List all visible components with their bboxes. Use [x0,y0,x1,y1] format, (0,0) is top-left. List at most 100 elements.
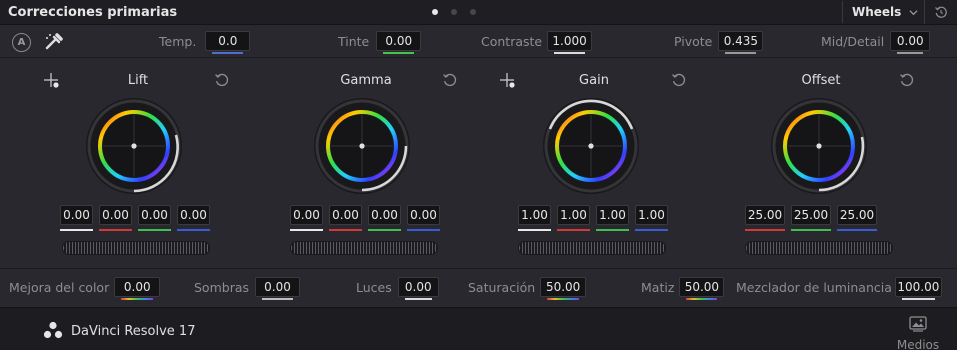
master-wheel-jog[interactable] [62,241,210,255]
param-label: Contraste [481,33,543,49]
param-label: Saturación [468,279,536,295]
wheel-gamma: Gamma 0.00 0.00 0.00 0.00 [252,59,480,267]
auto-picker-button[interactable] [44,32,64,54]
gamma-master-field[interactable]: 0.00 [290,205,323,225]
lift-green-field[interactable]: 0.00 [138,205,171,225]
bottom-parameter-row: Mejora del color 0.00 Sombras 0.00 Luces… [0,268,957,306]
param-shadows: Sombras 0.00 [194,277,301,300]
param-pivot: Pivote 0.435 [674,31,764,54]
media-button[interactable]: Medios [893,316,943,350]
hue-field[interactable]: 50.00 [679,277,725,300]
param-highlights: Luces 0.00 [356,277,439,300]
color-boost-field[interactable]: 0.00 [114,277,161,300]
gain-green-field[interactable]: 1.00 [596,205,629,225]
channel-bar [635,229,668,231]
wheel-offset: Offset 25.00 25.00 25.00 [707,59,935,267]
gamma-blue-field[interactable]: 0.00 [407,205,440,225]
gain-red-field[interactable]: 1.00 [557,205,590,225]
channel-bar [745,229,785,231]
davinci-logo-icon [43,321,63,339]
panel-title: Correcciones primarias [8,5,178,20]
channel-indicators [290,229,440,231]
param-label: Pivote [674,33,713,49]
param-mid-detail: Mid/Detail 0.00 [821,31,931,54]
wheel-values: 1.00 1.00 1.00 1.00 [518,205,668,225]
channel-bar [290,229,323,231]
channel-bar [138,229,171,231]
channel-indicators [745,229,877,231]
channel-bar [60,229,93,231]
offset-blue-field[interactable]: 25.00 [837,205,877,225]
param-label: Luces [356,279,392,295]
channel-indicators [60,229,210,231]
reset-icon[interactable] [214,72,230,88]
top-parameter-row: A Temp. 0.0 Tinte 0.00 Contraste 1.000 P… [0,26,957,58]
reset-icon[interactable] [899,72,915,88]
media-pool-icon [909,316,927,332]
offset-red-field[interactable]: 25.00 [745,205,785,225]
reset-icon[interactable] [442,72,458,88]
saturation-field[interactable]: 50.00 [540,277,587,300]
color-wheel[interactable] [85,97,183,195]
reset-icon [935,6,947,18]
color-wheel[interactable] [770,97,868,195]
lift-blue-field[interactable]: 0.00 [177,205,210,225]
app-footer: DaVinci Resolve 17 Medios [0,307,957,350]
offset-green-field[interactable]: 25.00 [791,205,831,225]
param-hue: Matiz 50.00 [641,277,725,300]
auto-balance-button[interactable]: A [12,33,31,52]
app-name: DaVinci Resolve 17 [71,324,196,339]
contrast-field[interactable]: 1.000 [547,31,593,54]
chevron-down-icon [909,9,918,15]
lift-red-field[interactable]: 0.00 [99,205,132,225]
param-luma-mix: Mezclador de luminancia 100.00 [736,277,942,300]
param-label: Tinte [338,33,370,49]
shadows-field[interactable]: 0.00 [255,277,301,300]
channel-bar [177,229,210,231]
master-wheel-jog[interactable] [518,241,666,255]
param-label: Mezclador de luminancia [736,279,892,295]
gain-blue-field[interactable]: 1.00 [635,205,668,225]
color-wheels-panel: Lift 0.00 0.00 0.00 0.00 Gamma 0.00 0.00… [0,59,957,267]
gain-master-field[interactable]: 1.00 [518,205,551,225]
master-wheel-jog[interactable] [290,241,438,255]
page-dot-3[interactable] [470,9,476,15]
mode-dropdown[interactable]: Wheels [842,1,922,23]
gamma-red-field[interactable]: 0.00 [329,205,362,225]
channel-bar [518,229,551,231]
luma-mix-field[interactable]: 100.00 [894,277,942,300]
wheel-values: 0.00 0.00 0.00 0.00 [60,205,210,225]
channel-bar [837,229,877,231]
wheel-gain: Gain 1.00 1.00 1.00 1.00 [480,59,708,267]
channel-bar [791,229,831,231]
master-wheel-jog[interactable] [745,241,893,255]
param-label: Sombras [194,279,250,295]
param-tint: Tinte 0.00 [338,31,422,54]
param-label: Mejora del color [9,279,110,295]
page-indicator [432,9,476,15]
color-wheel[interactable] [313,97,411,195]
mid-detail-field[interactable]: 0.00 [890,31,931,54]
tint-field[interactable]: 0.00 [376,31,422,54]
reset-icon[interactable] [671,72,687,88]
highlights-field[interactable]: 0.00 [397,277,439,300]
eyedropper-icon [45,33,63,50]
page-dot-1[interactable] [432,9,438,15]
temp-field[interactable]: 0.0 [205,31,251,54]
page-dot-2[interactable] [451,9,457,15]
wheel-lift: Lift 0.00 0.00 0.00 0.00 [24,59,252,267]
param-contrast: Contraste 1.000 [481,31,593,54]
panel-header: Correcciones primarias Wheels [0,0,957,25]
wheel-values: 0.00 0.00 0.00 0.00 [290,205,440,225]
lift-master-field[interactable]: 0.00 [60,205,93,225]
param-saturation: Saturación 50.00 [468,277,587,300]
gamma-green-field[interactable]: 0.00 [368,205,401,225]
param-label: Mid/Detail [821,33,885,49]
param-label: Matiz [641,279,675,295]
channel-indicators [518,229,668,231]
channel-bar [557,229,590,231]
color-wheel[interactable] [542,97,640,195]
reset-all-button[interactable] [924,0,957,24]
pivot-field[interactable]: 0.435 [718,31,764,54]
channel-bar [368,229,401,231]
